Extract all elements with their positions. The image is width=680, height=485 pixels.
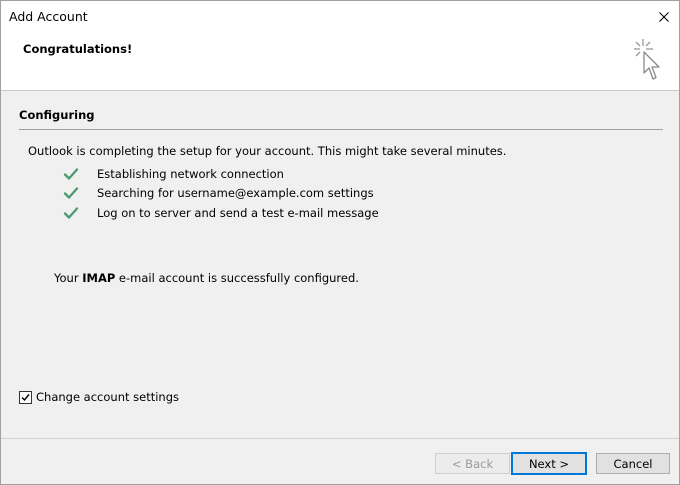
- step-label: Log on to server and send a test e-mail …: [97, 205, 379, 220]
- cancel-button[interactable]: Cancel: [596, 453, 670, 474]
- close-button[interactable]: [649, 1, 679, 32]
- wizard-header: Congratulations!: [1, 32, 679, 91]
- result-prefix: Your: [54, 271, 83, 285]
- check-icon: [63, 168, 79, 180]
- window-title: Add Account: [9, 9, 88, 24]
- intro-text: Outlook is completing the setup for your…: [28, 144, 507, 158]
- check-icon: [63, 187, 79, 199]
- change-settings-option[interactable]: Change account settings: [19, 390, 179, 404]
- result-suffix: e-mail account is successfully configure…: [115, 271, 359, 285]
- change-settings-label: Change account settings: [36, 390, 180, 404]
- add-account-dialog: Add Account Congratulations! Configuring…: [0, 0, 680, 485]
- change-settings-checkbox[interactable]: [19, 390, 32, 404]
- footer-divider: [1, 438, 679, 439]
- list-item: Establishing network connection: [63, 164, 379, 184]
- list-item: Searching for username@example.com setti…: [63, 184, 379, 204]
- title-bar[interactable]: Add Account: [1, 1, 679, 32]
- step-label: Establishing network connection: [97, 166, 284, 181]
- list-item: Log on to server and send a test e-mail …: [63, 203, 379, 223]
- section-divider: [19, 129, 663, 130]
- account-type: IMAP: [82, 271, 116, 285]
- progress-steps: Establishing network connection Searchin…: [63, 164, 379, 223]
- page-title: Congratulations!: [23, 42, 133, 56]
- checkmark-icon: [21, 393, 30, 401]
- step-label: Searching for username@example.com setti…: [97, 186, 374, 201]
- result-message: Your IMAP e-mail account is successfully…: [54, 271, 359, 285]
- check-icon: [63, 207, 79, 219]
- next-button[interactable]: Next >: [511, 452, 587, 475]
- section-title: Configuring: [19, 108, 95, 122]
- close-icon: [659, 11, 669, 22]
- back-button[interactable]: < Back: [435, 453, 510, 474]
- cursor-sparkle-icon: [634, 39, 660, 80]
